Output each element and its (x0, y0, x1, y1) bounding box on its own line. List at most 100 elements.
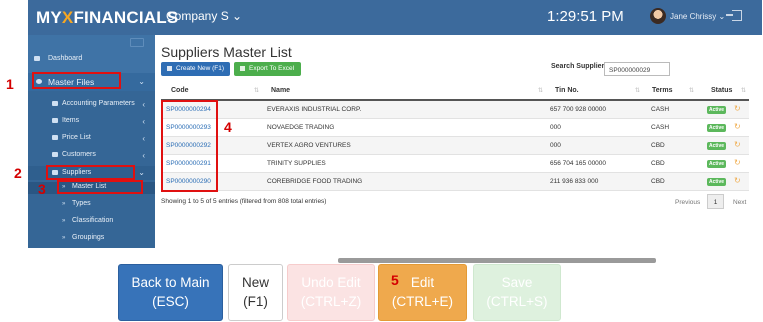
column-header-status[interactable]: Status (711, 87, 732, 94)
sort-icon[interactable]: ⇅ (635, 87, 640, 94)
button-label: Back to Main (131, 275, 210, 290)
save-button[interactable]: Save (CTRL+S) (473, 264, 561, 321)
sort-icon[interactable]: ⇅ (538, 87, 543, 94)
chevron-down-icon: ⌄ (138, 77, 145, 86)
column-header-name[interactable]: Name (271, 87, 290, 94)
column-header-terms[interactable]: Terms (652, 87, 673, 94)
refresh-icon[interactable]: ↻ (734, 140, 741, 149)
sidebar-item-label: Groupings (72, 234, 105, 241)
annotation-number-2: 2 (14, 165, 22, 181)
sidebar-item-groupings[interactable]: » Groupings (28, 233, 155, 245)
sidebar-toggle-icon[interactable] (130, 38, 144, 47)
status-badge: Active (707, 124, 727, 132)
user-menu[interactable]: Jane Chrissy ⌄ (670, 12, 725, 21)
search-label: Search Supplier: (551, 63, 607, 70)
supplier-terms: CBD (651, 142, 665, 149)
supplier-terms: CASH (651, 106, 670, 113)
logout-icon[interactable] (726, 10, 742, 21)
supplier-terms: CBD (651, 178, 665, 185)
table-row[interactable]: SP0000000293 NOVAEDGE TRADING 000 CASH A… (161, 119, 749, 137)
sort-icon[interactable]: ⇅ (741, 87, 746, 94)
status-badge: Active (707, 106, 727, 114)
sidebar-item-label: Dashboard (48, 55, 83, 62)
undo-edit-button[interactable]: Undo Edit (CTRL+Z) (287, 264, 375, 321)
column-header-code[interactable]: Code (171, 87, 189, 94)
sidebar-item-label: Price List (62, 134, 91, 141)
sidebar-item-label: Items (62, 117, 80, 124)
chevron-left-icon: ‹ (142, 151, 145, 160)
new-button[interactable]: New (F1) (228, 264, 283, 321)
sidebar-item-price-list[interactable]: Price List ‹ (28, 133, 155, 145)
supplier-terms: CASH (651, 124, 670, 131)
list-icon (52, 101, 58, 106)
chevron-left-icon: ‹ (142, 100, 145, 109)
sidebar-item-items[interactable]: Items ‹ (28, 116, 155, 128)
chevron-right-icon: » (62, 218, 66, 224)
sidebar-item-types[interactable]: » Types (28, 199, 155, 211)
button-label: New (241, 275, 269, 290)
chevron-left-icon: ‹ (142, 117, 145, 126)
pagination-previous[interactable]: Previous (675, 199, 700, 206)
table-row[interactable]: SP0000000292 VERTEX AGRO VENTURES 000 CB… (161, 137, 749, 155)
sidebar-item-customers[interactable]: Customers ‹ (28, 150, 155, 162)
list-icon (52, 118, 58, 123)
logo-text-my: MY (36, 8, 62, 27)
user-name: Jane Chrissy (670, 12, 717, 21)
button-label: Save (501, 275, 533, 290)
add-icon (167, 65, 172, 71)
pagination-page[interactable]: 1 (707, 194, 724, 209)
refresh-icon[interactable]: ↻ (734, 104, 741, 113)
annotation-box-master-list (57, 180, 143, 194)
annotation-box-master-files (32, 72, 121, 89)
sidebar-item-label: Classification (72, 217, 114, 224)
search-input[interactable] (604, 62, 670, 76)
sidebar-item-classification[interactable]: » Classification (28, 216, 155, 228)
chevron-right-icon: » (62, 235, 66, 241)
dashboard-icon (34, 56, 40, 61)
status-badge: Active (707, 142, 727, 150)
annotation-box-suppliers (46, 165, 135, 180)
pagination-next[interactable]: Next (733, 199, 746, 206)
sidebar-item-label: Accounting Parameters (62, 100, 135, 107)
supplier-tin: 657 700 928 00000 (550, 106, 607, 113)
company-selector[interactable]: Company S ⌄ (166, 9, 242, 23)
create-new-button[interactable]: Create New (F1) (161, 62, 230, 76)
logo-text-financials: FINANCIALS (73, 8, 179, 27)
supplier-tin: 656 704 165 00000 (550, 160, 607, 167)
table-header: Code ⇅ Name ⇅ Tin No. ⇅ Terms ⇅ Status ⇅ (161, 82, 749, 101)
refresh-icon[interactable]: ↻ (734, 122, 741, 131)
excel-icon (240, 65, 245, 71)
sort-icon[interactable]: ⇅ (689, 87, 694, 94)
sidebar: Dashboard Master Files ⌄ Accounting Para… (28, 35, 155, 248)
chevron-down-icon: ⌄ (138, 168, 145, 177)
supplier-name: TRINITY SUPPLIES (267, 160, 326, 167)
table-row[interactable]: SP0000000294 EVERAXIS INDUSTRIAL CORP. 6… (161, 101, 749, 119)
chevron-left-icon: ‹ (142, 134, 145, 143)
refresh-icon[interactable]: ↻ (734, 176, 741, 185)
sidebar-item-accounting-parameters[interactable]: Accounting Parameters ‹ (28, 99, 155, 111)
export-excel-button[interactable]: Export To Excel (234, 62, 301, 76)
chevron-down-icon: ⌄ (232, 9, 243, 23)
status-badge: Active (707, 160, 727, 168)
column-header-tin[interactable]: Tin No. (555, 87, 579, 94)
annotation-number-3: 3 (38, 181, 46, 197)
annotation-number-4: 4 (224, 119, 232, 135)
export-excel-label: Export To Excel (249, 65, 295, 72)
table-info: Showing 1 to 5 of 5 entries (filtered fr… (161, 198, 327, 205)
refresh-icon[interactable]: ↻ (734, 158, 741, 167)
table-row[interactable]: SP0000000290 COREBRIDGE FOOD TRADING 211… (161, 173, 749, 191)
table-row[interactable]: SP0000000291 TRINITY SUPPLIES 656 704 16… (161, 155, 749, 173)
avatar[interactable] (650, 8, 666, 24)
app-logo[interactable]: MYXFINANCIALS (36, 8, 178, 28)
button-shortcut: (CTRL+Z) (300, 294, 362, 309)
horizontal-scrollbar[interactable] (338, 258, 656, 263)
supplier-tin: 000 (550, 142, 561, 149)
supplier-tin: 211 936 833 000 (550, 178, 599, 185)
sidebar-item-label: Types (72, 200, 91, 207)
sort-icon[interactable]: ⇅ (254, 87, 259, 94)
sidebar-item-dashboard[interactable]: Dashboard (28, 54, 155, 67)
supplier-terms: CBD (651, 160, 665, 167)
back-to-main-button[interactable]: Back to Main (ESC) (118, 264, 223, 321)
status-badge: Active (707, 178, 727, 186)
supplier-name: COREBRIDGE FOOD TRADING (267, 178, 363, 185)
